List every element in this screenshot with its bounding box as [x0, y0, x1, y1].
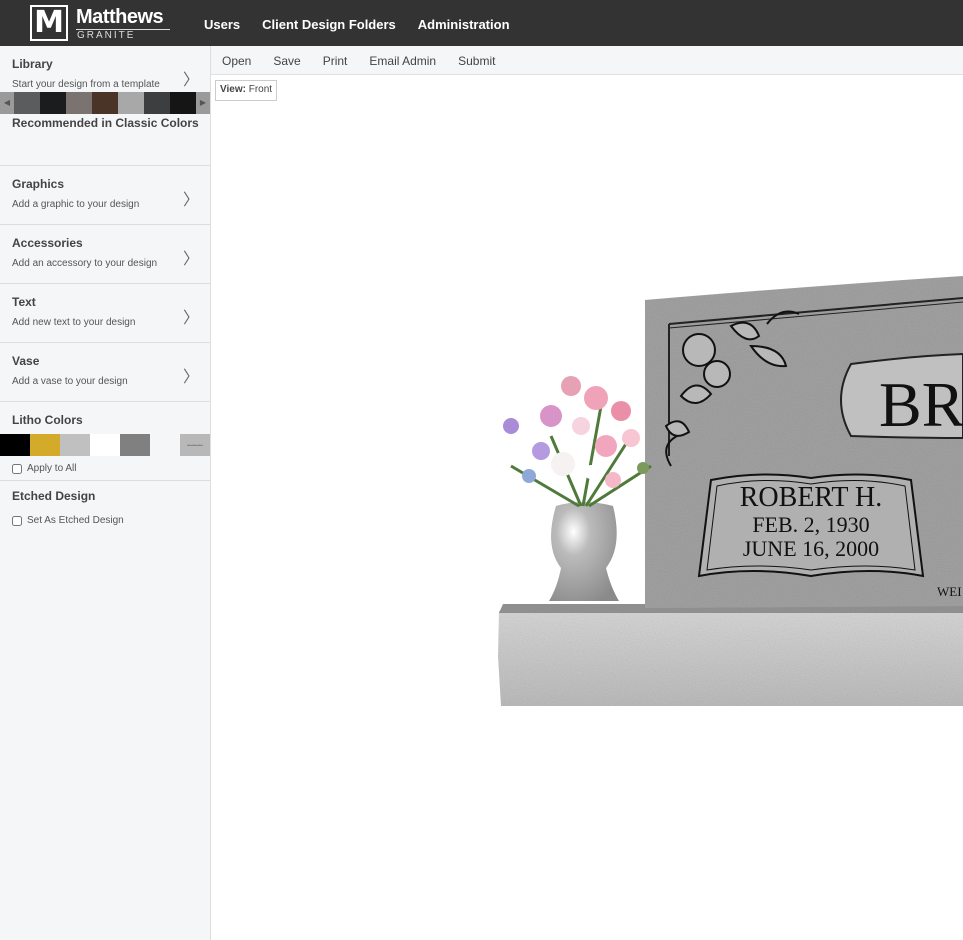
library-desc: Start your design from a template	[12, 79, 160, 90]
sidebar-graphics[interactable]: Graphics Add a graphic to your design 〉	[0, 166, 210, 225]
design-canvas[interactable]: BR ROBERT H. FEB. 2, 1930 JUNE 16, 2000 …	[211, 76, 963, 940]
chevron-right-icon: 〉	[182, 192, 199, 209]
litho-color-swatch[interactable]	[150, 434, 180, 456]
sidebar-vase[interactable]: Vase Add a vase to your design 〉	[0, 343, 210, 402]
logo-mark: M	[30, 5, 68, 41]
litho-color-swatch[interactable]	[60, 434, 90, 456]
flower-bouquet	[503, 376, 652, 508]
recommended-swatch-row: ◀ ▶	[0, 92, 210, 114]
nav-administration[interactable]: Administration	[418, 17, 510, 32]
granite-swatch[interactable]	[170, 92, 196, 114]
carousel-right-arrow-icon[interactable]: ▶	[196, 92, 210, 114]
death-date-text: JUNE 16, 2000	[743, 536, 879, 561]
apply-to-all[interactable]: Apply to All	[12, 463, 76, 474]
library-title: Library	[12, 57, 53, 71]
recommended-title: Recommended in Classic Colors	[12, 116, 199, 130]
open-button[interactable]: Open	[222, 46, 251, 74]
sidebar-accessories[interactable]: Accessories Add an accessory to your des…	[0, 225, 210, 284]
vase	[549, 502, 619, 601]
graphics-title: Graphics	[12, 177, 65, 191]
logo-brand-name: Matthews	[76, 6, 164, 28]
chevron-right-icon: 〉	[182, 369, 199, 386]
print-button[interactable]: Print	[323, 46, 348, 74]
granite-swatch[interactable]	[92, 92, 118, 114]
chevron-right-icon: 〉	[182, 251, 199, 268]
set-etched-label: Set As Etched Design	[27, 515, 124, 526]
logo-subtitle: GRANITE	[77, 30, 136, 41]
text-desc: Add new text to your design	[12, 317, 136, 328]
family-name-text: BR	[879, 369, 963, 440]
birth-date-text: FEB. 2, 1930	[752, 512, 869, 537]
sidebar-recommended: Recommended in Classic Colors	[0, 105, 210, 166]
toolbar: Open Save Print Email Admin Submit	[211, 46, 963, 75]
litho-color-swatch[interactable]	[90, 434, 120, 456]
apply-to-all-checkbox[interactable]	[12, 463, 22, 474]
graphics-desc: Add a graphic to your design	[12, 199, 140, 210]
view-selector[interactable]: View: Front	[215, 80, 278, 101]
litho-color-swatch-none[interactable]: ~~~	[180, 434, 210, 456]
sidebar-text[interactable]: Text Add new text to your design 〉	[0, 284, 210, 343]
sidebar-etched-design: Etched Design Set As Etched Design	[0, 481, 210, 541]
submit-button[interactable]: Submit	[458, 46, 495, 74]
set-etched-checkbox[interactable]	[12, 515, 22, 526]
monument-render: BR ROBERT H. FEB. 2, 1930 JUNE 16, 2000 …	[498, 276, 963, 706]
partial-text: WEI	[937, 584, 962, 599]
set-etched[interactable]: Set As Etched Design	[12, 515, 124, 526]
top-bar: M Matthews GRANITE Users Client Design F…	[0, 0, 963, 46]
granite-swatch[interactable]	[14, 92, 40, 114]
etched-title: Etched Design	[12, 489, 96, 503]
granite-swatch[interactable]	[144, 92, 170, 114]
granite-swatch[interactable]	[66, 92, 92, 114]
chevron-right-icon: 〉	[182, 310, 199, 327]
view-label: View:	[220, 84, 246, 95]
view-value: Front	[248, 84, 273, 95]
person-name-text: ROBERT H.	[740, 482, 883, 513]
sidebar-litho-colors: Litho Colors ~~~ Apply to All	[0, 402, 210, 481]
vase-desc: Add a vase to your design	[12, 376, 128, 387]
text-title: Text	[12, 295, 36, 309]
vase-title: Vase	[12, 354, 40, 368]
nav-users[interactable]: Users	[204, 17, 240, 32]
email-admin-button[interactable]: Email Admin	[369, 46, 436, 74]
granite-swatch[interactable]	[118, 92, 144, 114]
carousel-left-arrow-icon[interactable]: ◀	[0, 92, 14, 114]
litho-title: Litho Colors	[12, 413, 83, 427]
nav-client-design-folders[interactable]: Client Design Folders	[262, 17, 396, 32]
apply-to-all-label: Apply to All	[27, 463, 77, 474]
save-button[interactable]: Save	[273, 46, 300, 74]
granite-swatch[interactable]	[40, 92, 66, 114]
main-nav: Users Client Design Folders Administrati…	[204, 17, 510, 32]
litho-color-swatch[interactable]	[30, 434, 60, 456]
chevron-right-icon: 〉	[182, 72, 199, 89]
accessories-title: Accessories	[12, 236, 83, 250]
litho-color-swatch[interactable]	[120, 434, 150, 456]
litho-color-swatch[interactable]	[0, 434, 30, 456]
monument-base	[498, 611, 963, 706]
litho-color-row: ~~~	[0, 434, 210, 456]
sidebar: Library Start your design from a templat…	[0, 46, 211, 940]
accessories-desc: Add an accessory to your design	[12, 258, 158, 269]
